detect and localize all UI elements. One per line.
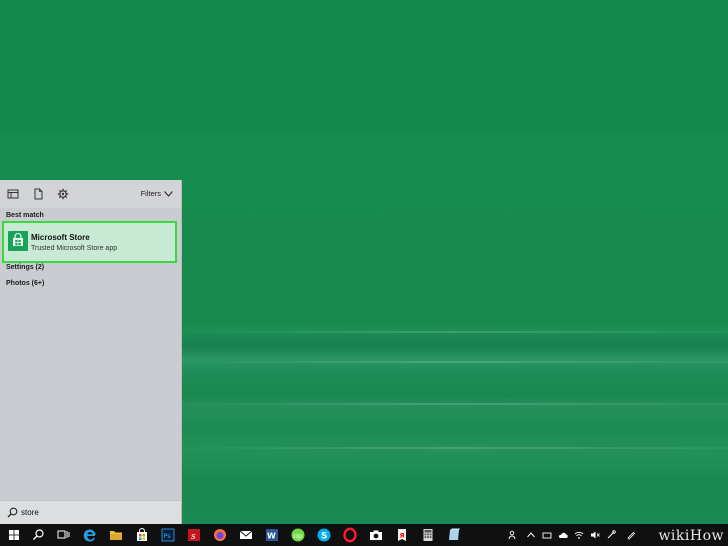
file-explorer-icon[interactable] <box>108 527 124 543</box>
best-match-subtitle: Trusted Microsoft Store app <box>31 245 118 252</box>
best-match-heading: Best match <box>6 212 44 219</box>
desktop-stripe <box>180 403 728 405</box>
svg-text:W: W <box>267 532 276 541</box>
svg-text:s: s <box>191 532 196 542</box>
filters-dropdown[interactable]: Filters <box>141 189 173 198</box>
people-icon[interactable] <box>508 530 518 540</box>
calculator-icon[interactable] <box>420 527 436 543</box>
desktop-stripe <box>180 361 728 363</box>
svg-text:S: S <box>321 532 327 542</box>
best-match-title: Microsoft Store <box>31 233 90 242</box>
firefox-icon[interactable] <box>212 527 228 543</box>
volume-icon[interactable] <box>590 530 600 540</box>
camera-icon[interactable] <box>368 527 384 543</box>
opera-icon[interactable] <box>342 527 358 543</box>
taskbar-search-icon[interactable] <box>30 527 46 543</box>
chevron-up-icon[interactable] <box>526 530 536 540</box>
power-tray-icon[interactable] <box>606 530 616 540</box>
task-view-icon[interactable] <box>55 527 71 543</box>
chevron-down-icon <box>164 190 173 197</box>
mail-icon[interactable] <box>238 527 254 543</box>
red-app-icon[interactable]: s <box>186 527 202 543</box>
search-icon <box>7 507 18 518</box>
pen-icon[interactable] <box>626 530 636 540</box>
apps-filter-icon[interactable] <box>7 188 19 200</box>
panel-toolbar: Filters <box>0 180 181 208</box>
wikihow-watermark: wikiHow <box>658 528 724 544</box>
svg-text:Up: Up <box>293 532 302 540</box>
microsoft-store-icon <box>8 231 28 251</box>
word-icon[interactable]: W <box>264 527 280 543</box>
filters-label: Filters <box>140 189 161 198</box>
svg-text:Ps: Ps <box>164 532 172 540</box>
best-match-result[interactable]: Microsoft Store Trusted Microsoft Store … <box>2 221 177 263</box>
start-windows-icon[interactable] <box>6 527 22 543</box>
photoshop-icon[interactable]: Ps <box>160 527 176 543</box>
desktop-stripe <box>180 331 728 333</box>
app-window-icon[interactable] <box>446 527 462 543</box>
upwork-icon[interactable]: Up <box>290 527 306 543</box>
photos-results-heading[interactable]: Photos (6+) <box>6 280 44 287</box>
skype-icon[interactable]: S <box>316 527 332 543</box>
search-input[interactable]: store <box>21 508 39 517</box>
network-tray-icon[interactable] <box>542 530 552 540</box>
search-box[interactable]: store <box>0 500 181 525</box>
settings-filter-icon[interactable] <box>57 188 69 200</box>
microsoft-store-taskbar-icon[interactable] <box>134 527 150 543</box>
svg-text:Я: Я <box>400 532 405 540</box>
search-results-panel: Filters Best match Microsoft Store Trust… <box>0 180 182 525</box>
onedrive-icon[interactable] <box>558 530 568 540</box>
desktop-stripe <box>180 447 728 449</box>
wifi-icon[interactable] <box>574 530 584 540</box>
documents-filter-icon[interactable] <box>32 188 44 200</box>
yandex-browser-icon[interactable]: Я <box>394 527 410 543</box>
taskbar: Ps s W Up S Я <box>0 524 728 546</box>
edge-browser-icon[interactable] <box>82 527 98 543</box>
settings-results-heading[interactable]: Settings (2) <box>6 264 44 271</box>
